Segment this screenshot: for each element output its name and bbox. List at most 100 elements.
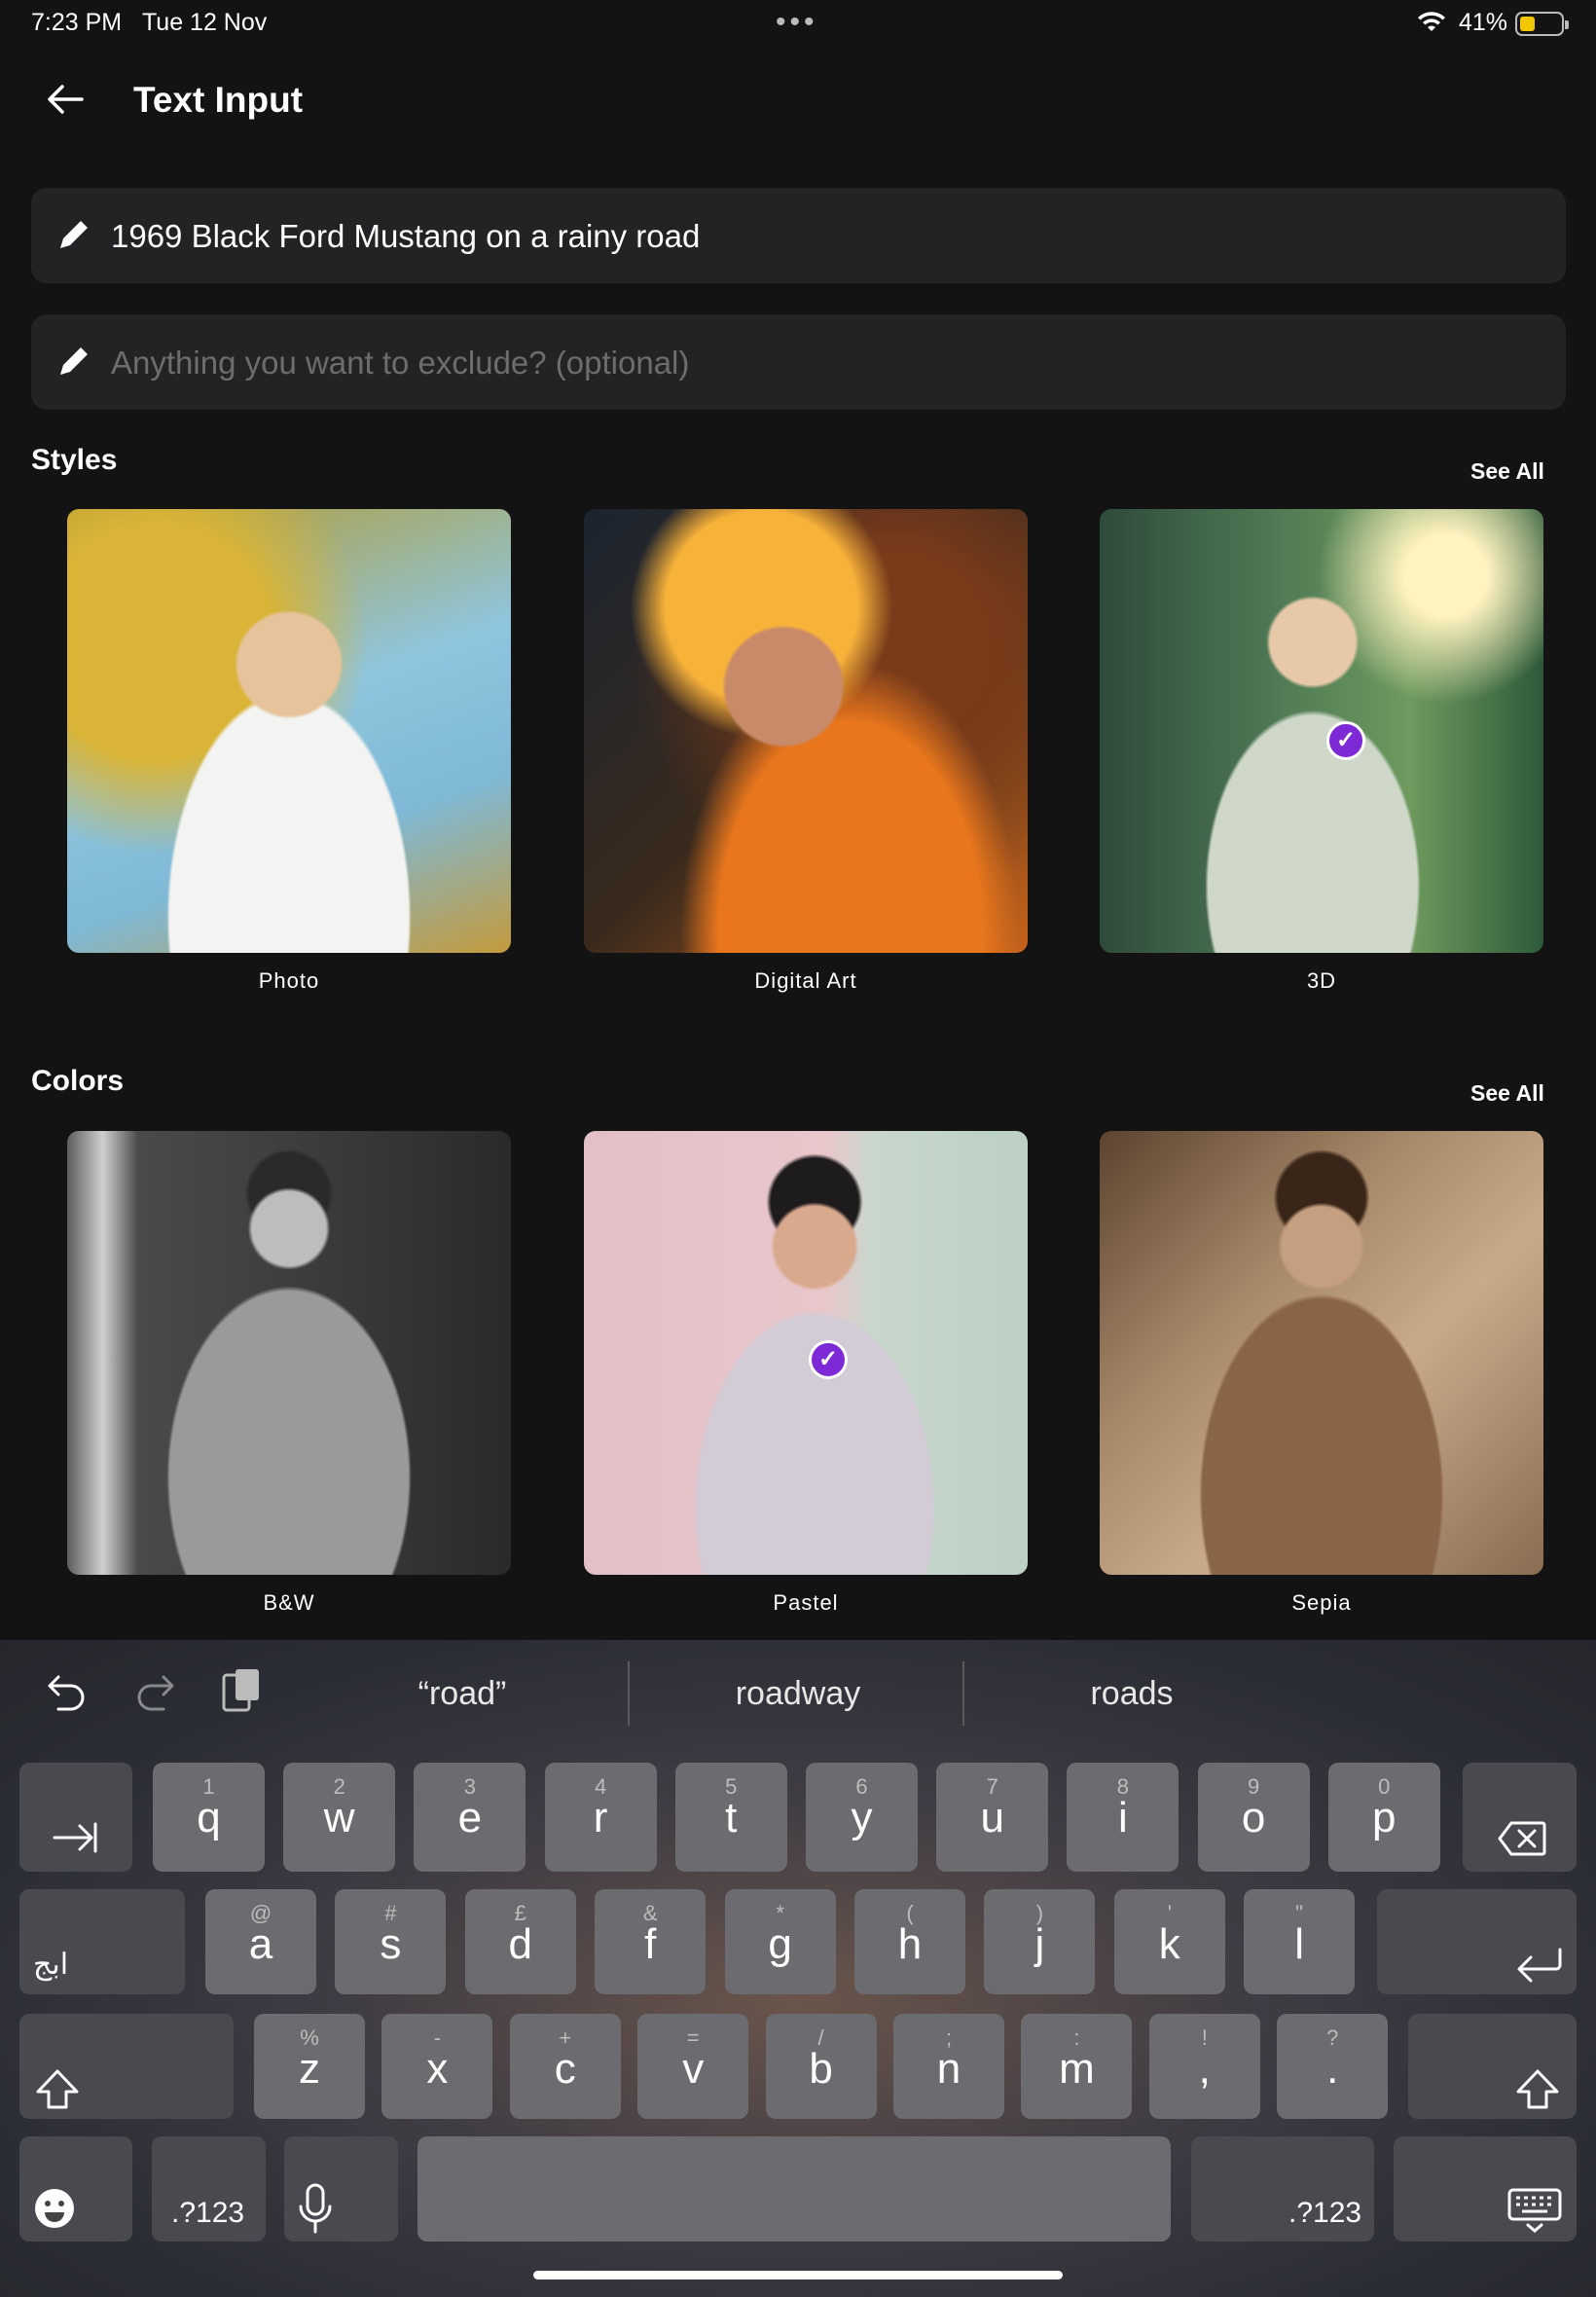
home-indicator[interactable] [533, 2271, 1063, 2279]
tab-arrow-icon [53, 1822, 97, 1853]
pencil-icon [60, 221, 88, 248]
letter-row1-key-4[interactable]: 5t [674, 1763, 787, 1872]
color-tile-pastel[interactable]: ✓ [584, 1131, 1028, 1575]
style-tile-digital-art[interactable] [584, 509, 1028, 953]
letter-row3-key-4[interactable]: / b [765, 2014, 877, 2119]
key-label: p [1372, 1794, 1396, 1841]
letter-row3-key-8[interactable]: ?. [1277, 2014, 1389, 2119]
color-label-pastel: Pastel [773, 1590, 839, 1615]
suggestion-divider [628, 1661, 630, 1726]
suggestion-1[interactable]: “road” [316, 1675, 608, 1713]
backspace-key[interactable] [1463, 1763, 1577, 1872]
shift-icon [1516, 2069, 1559, 2109]
style-tile-photo[interactable] [67, 509, 511, 953]
suggestion-3[interactable]: roads [986, 1675, 1278, 1713]
back-arrow-icon[interactable] [43, 78, 86, 121]
key-label: u [980, 1794, 1004, 1841]
exclude-input[interactable]: Anything you want to exclude? (optional) [31, 314, 1566, 410]
prompt-input[interactable]: 1969 Black Ford Mustang on a rainy road [31, 188, 1566, 283]
clipboard-paste-icon[interactable] [220, 1665, 265, 1716]
shift-key-right[interactable] [1408, 2014, 1577, 2119]
letter-row3-key-6[interactable]: :m [1021, 2014, 1133, 2119]
colors-see-all-link[interactable]: See All [1470, 1080, 1544, 1107]
styles-see-all-link[interactable]: See All [1470, 458, 1544, 485]
letter-row2-key-3[interactable]: & f [595, 1889, 707, 1994]
exclude-input-placeholder[interactable]: Anything you want to exclude? (optional) [111, 345, 689, 382]
language-key[interactable]: ابج [19, 1889, 185, 1994]
letter-row3-key-2[interactable]: + c [509, 2014, 621, 2119]
letter-row2-key-4[interactable]: * g [724, 1889, 836, 1994]
key-label: h [897, 1920, 923, 1968]
multitasking-dots-icon[interactable]: ••• [776, 6, 818, 39]
letter-row1-key-7[interactable]: 8i [1067, 1763, 1179, 1872]
key-label: q [197, 1794, 221, 1841]
letter-row1-key-5[interactable]: 6y [806, 1763, 918, 1872]
letter-row1-key-2[interactable]: 3e [414, 1763, 526, 1872]
key-label: b [809, 2045, 833, 2093]
color-tile-sepia[interactable] [1100, 1131, 1543, 1575]
key-label: , [1198, 2045, 1211, 2093]
letter-row2-key-5[interactable]: (h [854, 1889, 965, 1994]
key-label: l [1294, 1920, 1305, 1968]
shift-key-left[interactable] [19, 2014, 234, 2119]
key-label: t [725, 1794, 738, 1841]
letter-row3-key-3[interactable]: = v [637, 2014, 749, 2119]
letter-row2-key-6[interactable]: ) j [984, 1889, 1096, 1994]
suggestion-2[interactable]: roadway [652, 1675, 944, 1713]
color-tile-bw[interactable] [67, 1131, 511, 1575]
page-title: Text Input [133, 80, 304, 120]
return-icon [1517, 1948, 1562, 1983]
letter-row3-key-5[interactable]: ; n [893, 2014, 1004, 2119]
hide-keyboard-key[interactable] [1394, 2136, 1577, 2242]
prompt-input-value[interactable]: 1969 Black Ford Mustang on a rainy road [111, 218, 700, 255]
return-key[interactable] [1377, 1889, 1577, 1994]
letter-row1-key-9[interactable]: 0p [1327, 1763, 1440, 1872]
dictation-key[interactable] [284, 2136, 398, 2242]
key-label: g [768, 1920, 792, 1968]
key-label: w [323, 1794, 355, 1841]
status-time: 7:23 PM Tue 12 Nov [31, 9, 268, 36]
tab-key[interactable] [19, 1763, 132, 1872]
battery-percent: 41% [1459, 9, 1508, 36]
letter-row3-key-0[interactable]: % z [254, 2014, 365, 2119]
key-label: e [457, 1794, 483, 1841]
emoji-key[interactable] [19, 2136, 132, 2242]
style-label-3d: 3D [1306, 968, 1337, 993]
key-label: i [1118, 1794, 1128, 1841]
letter-row3-key-7[interactable]: !, [1148, 2014, 1260, 2119]
letter-row1-key-3[interactable]: 4r [544, 1763, 657, 1872]
keyboard-toolbar: “road” roadway roads [0, 1640, 1596, 1747]
letter-row2-key-0[interactable]: @ a [205, 1889, 316, 1994]
emoji-icon [35, 2189, 74, 2228]
backspace-icon [1498, 1821, 1546, 1856]
language-key-label: ابج [33, 1949, 69, 1981]
key-label: a [248, 1920, 273, 1968]
selected-check-icon: ✓ [1326, 721, 1365, 760]
redo-icon[interactable] [132, 1669, 177, 1714]
letter-row2-key-7[interactable]: ' k [1113, 1889, 1225, 1994]
letter-row2-key-2[interactable]: £ d [464, 1889, 576, 1994]
key-label: m [1059, 2045, 1095, 2093]
numbers-key-right[interactable]: .?123 [1191, 2136, 1374, 2242]
letter-row3-key-1[interactable]: -x [381, 2014, 493, 2119]
letter-row2-key-1[interactable]: # s [335, 1889, 447, 1994]
status-bar: 7:23 PM Tue 12 Nov ••• 41% [0, 0, 1596, 49]
key-label: j [1034, 1920, 1045, 1968]
pencil-icon [60, 347, 88, 375]
letter-row1-key-6[interactable]: 7u [936, 1763, 1049, 1872]
undo-icon[interactable] [45, 1669, 90, 1714]
color-label-bw: B&W [263, 1590, 315, 1615]
space-key[interactable] [417, 2136, 1171, 2242]
key-label: f [644, 1920, 657, 1968]
key-label: . [1326, 2045, 1339, 2093]
letter-row1-key-1[interactable]: 2w [283, 1763, 396, 1872]
letter-row1-key-8[interactable]: 9o [1197, 1763, 1310, 1872]
numbers-key-label: .?123 [171, 2197, 245, 2229]
letter-row2-key-8[interactable]: " l [1244, 1889, 1356, 1994]
numbers-key-left[interactable]: .?123 [152, 2136, 266, 2242]
letter-row1-key-0[interactable]: 1q [153, 1763, 265, 1872]
style-label-digital-art: Digital Art [754, 968, 857, 993]
battery-icon [1515, 12, 1569, 36]
key-label: x [426, 2045, 449, 2093]
style-tile-3d[interactable]: ✓ [1100, 509, 1543, 953]
